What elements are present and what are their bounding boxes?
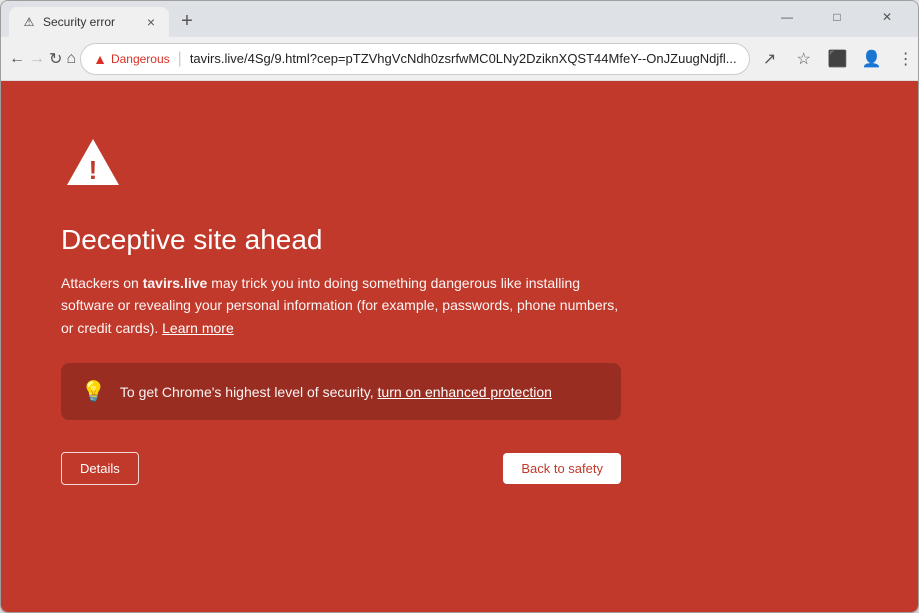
- back-to-safety-button[interactable]: Back to safety: [503, 453, 621, 484]
- tab-close-button[interactable]: ×: [141, 12, 161, 32]
- close-button[interactable]: ✕: [864, 1, 910, 33]
- action-buttons: Details Back to safety: [61, 452, 621, 485]
- ep-text: To get Chrome's highest level of securit…: [120, 384, 552, 400]
- lightbulb-icon: 💡: [81, 379, 106, 404]
- minimize-button[interactable]: —: [764, 1, 810, 33]
- enhanced-protection-box: 💡 To get Chrome's highest level of secur…: [61, 363, 621, 420]
- warning-icon: ▲: [93, 51, 107, 67]
- menu-button[interactable]: ⋮: [890, 43, 919, 75]
- nav-icons: ↗ ☆ ⬛ 👤 ⋮: [754, 43, 919, 75]
- tab-title: Security error: [43, 15, 135, 29]
- reload-button[interactable]: ↻: [49, 43, 62, 75]
- share-button[interactable]: ↗: [754, 43, 786, 75]
- tab-favicon-icon: ⚠: [21, 14, 37, 30]
- warning-triangle-icon: !: [61, 131, 125, 195]
- url-text: tavirs.live/4Sg/9.html?cep=pTZVhgVcNdh0z…: [190, 51, 737, 66]
- browser-tab[interactable]: ⚠ Security error ×: [9, 7, 169, 37]
- extensions-button[interactable]: ⬛: [822, 43, 854, 75]
- forward-button[interactable]: →: [29, 43, 45, 75]
- enhanced-protection-link[interactable]: turn on enhanced protection: [378, 384, 552, 400]
- new-tab-button[interactable]: +: [173, 7, 201, 35]
- details-button[interactable]: Details: [61, 452, 139, 485]
- site-name: tavirs.live: [143, 275, 208, 291]
- page-content: ! Deceptive site ahead Attackers on tavi…: [1, 81, 918, 612]
- body-prefix: Attackers on: [61, 275, 143, 291]
- warning-body: Attackers on tavirs.live may trick you i…: [61, 272, 621, 339]
- profile-button[interactable]: 👤: [856, 43, 888, 75]
- back-button[interactable]: ←: [9, 43, 25, 75]
- navigation-bar: ← → ↻ ⌂ ▲ Dangerous | tavirs.live/4Sg/9.…: [1, 37, 918, 81]
- bookmark-button[interactable]: ☆: [788, 43, 820, 75]
- security-badge[interactable]: ▲ Dangerous: [93, 51, 170, 67]
- security-label: Dangerous: [111, 52, 170, 66]
- address-bar[interactable]: ▲ Dangerous | tavirs.live/4Sg/9.html?cep…: [80, 43, 750, 75]
- warning-container: ! Deceptive site ahead Attackers on tavi…: [61, 131, 621, 485]
- home-button[interactable]: ⌂: [66, 43, 76, 75]
- address-separator: |: [178, 50, 182, 68]
- maximize-button[interactable]: □: [814, 1, 860, 33]
- warning-title: Deceptive site ahead: [61, 224, 621, 256]
- svg-text:!: !: [89, 155, 98, 185]
- learn-more-link[interactable]: Learn more: [162, 320, 234, 336]
- ep-prefix: To get Chrome's highest level of securit…: [120, 384, 378, 400]
